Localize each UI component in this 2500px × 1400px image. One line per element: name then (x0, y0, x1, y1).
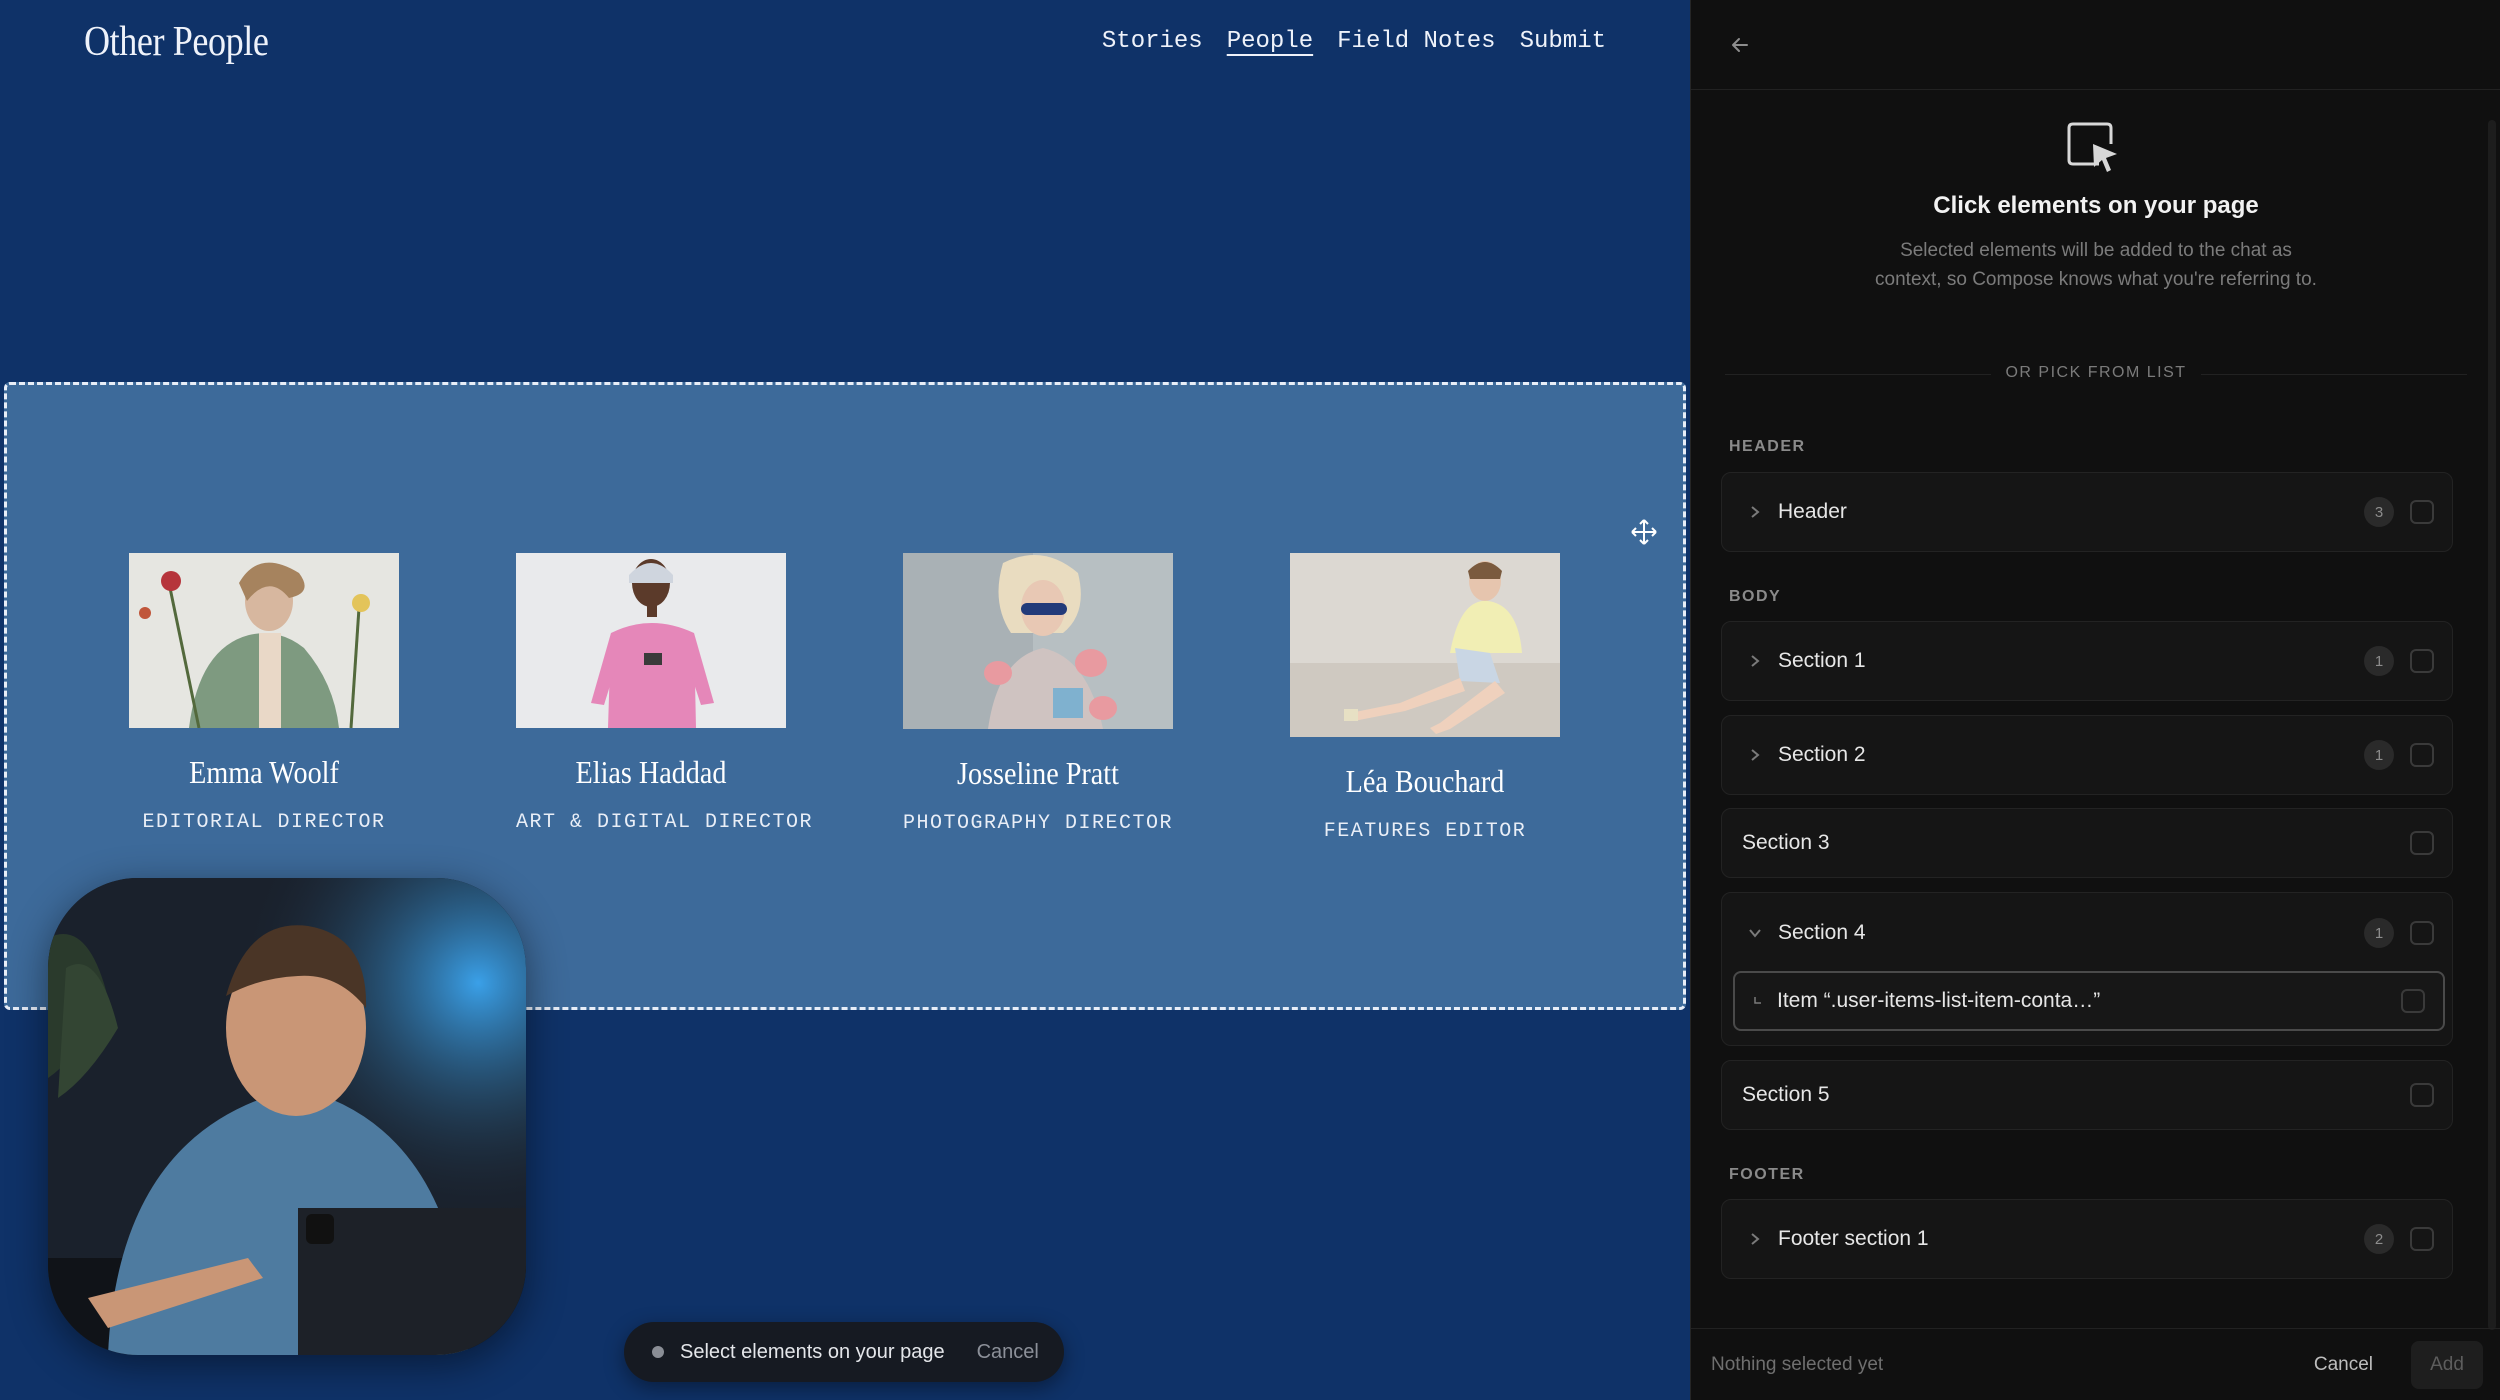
row-checkbox[interactable] (2410, 831, 2434, 855)
row-checkbox[interactable] (2410, 649, 2434, 673)
nav-link-submit[interactable]: Submit (1520, 28, 1606, 59)
selection-mode-toast: Select elements on your page Cancel (624, 1322, 1064, 1382)
group-label-footer: FOOTER (1729, 1166, 1805, 1183)
or-pick-from-list-label: OR PICK FROM LIST (1725, 364, 2467, 382)
row-checkbox[interactable] (2410, 1227, 2434, 1251)
list-row-section-4-item[interactable]: Item “.user-items-list-item-conta…” (1733, 971, 2445, 1031)
row-checkbox[interactable] (2410, 1083, 2434, 1107)
toast-message: Select elements on your page (680, 1340, 945, 1363)
count-badge: 3 (2364, 497, 2394, 527)
chevron-right-icon[interactable] (1748, 654, 1762, 668)
group-label-body: BODY (1729, 588, 1782, 605)
chevron-right-icon[interactable] (1748, 1232, 1762, 1246)
row-checkbox[interactable] (2410, 921, 2434, 945)
arrow-left-icon[interactable] (1725, 30, 1755, 60)
nav-link-field-notes[interactable]: Field Notes (1337, 28, 1495, 59)
person-photo (903, 553, 1173, 729)
panel-title: Click elements on your page (1933, 192, 2259, 219)
row-label: Item “.user-items-list-item-conta…” (1777, 989, 2101, 1012)
person-name: Léa Bouchard (1345, 763, 1505, 799)
site-brand-logo[interactable]: Other People (84, 18, 269, 66)
list-row-section-3[interactable]: Section 3 (1721, 808, 2453, 878)
element-picker-panel: Click elements on your page Selected ele… (1690, 0, 2500, 1400)
count-badge: 1 (2364, 646, 2394, 676)
count-badge: 2 (2364, 1224, 2394, 1254)
row-checkbox[interactable] (2410, 500, 2434, 524)
row-label: Section 5 (1742, 1083, 1830, 1106)
chevron-right-icon[interactable] (1748, 748, 1762, 762)
person-card[interactable]: Léa Bouchard FEATURES EDITOR (1290, 553, 1560, 843)
person-name: Josseline Pratt (957, 755, 1119, 791)
list-row-header[interactable]: Header 3 (1721, 472, 2453, 552)
person-role: PHOTOGRAPHY DIRECTOR (903, 812, 1174, 835)
row-label: Section 2 (1778, 743, 1866, 766)
chevron-right-icon[interactable] (1748, 505, 1762, 519)
row-checkbox[interactable] (2410, 743, 2434, 767)
toast-cancel-button[interactable]: Cancel (977, 1341, 1039, 1364)
site-preview: Other People Stories People Field Notes … (0, 0, 1690, 1400)
panel-footer: Nothing selected yet Cancel Add (1691, 1328, 2500, 1400)
person-card[interactable]: Josseline Pratt PHOTOGRAPHY DIRECTOR (903, 553, 1173, 835)
corner-arrow-icon (1754, 997, 1761, 1004)
panel-header (1691, 0, 2500, 90)
list-row-footer-section-1[interactable]: Footer section 1 2 (1721, 1199, 2453, 1279)
person-photo (129, 553, 399, 728)
list-row-section-2[interactable]: Section 2 1 (1721, 715, 2453, 795)
selection-status: Nothing selected yet (1711, 1353, 1884, 1375)
list-row-section-5[interactable]: Section 5 (1721, 1060, 2453, 1130)
cancel-button[interactable]: Cancel (2314, 1354, 2373, 1376)
person-role: FEATURES EDITOR (1323, 820, 1527, 843)
chevron-down-icon[interactable] (1748, 926, 1762, 940)
row-label: Header (1778, 500, 1847, 523)
panel-description: Selected elements will be added to the c… (1875, 240, 2317, 290)
webcam-video-overlay[interactable] (48, 878, 526, 1355)
row-label: Section 4 (1778, 921, 1866, 944)
row-label: Section 3 (1742, 831, 1830, 854)
count-badge: 1 (2364, 740, 2394, 770)
add-button[interactable]: Add (2411, 1340, 2483, 1389)
panel-scrollbar[interactable] (2488, 120, 2496, 1330)
person-photo (1290, 553, 1560, 737)
person-name: Elias Haddad (575, 754, 727, 790)
site-nav: Stories People Field Notes Submit (1102, 28, 1606, 59)
row-checkbox[interactable] (2401, 989, 2425, 1013)
list-row-section-1[interactable]: Section 1 1 (1721, 621, 2453, 701)
person-card[interactable]: Emma Woolf EDITORIAL DIRECTOR (129, 553, 399, 834)
cursor-select-icon (2067, 122, 2117, 172)
count-badge: 1 (2364, 918, 2394, 948)
row-label: Section 1 (1778, 649, 1866, 672)
person-role: ART & DIGITAL DIRECTOR (516, 811, 814, 834)
status-dot-icon (652, 1346, 664, 1358)
person-card[interactable]: Elias Haddad ART & DIGITAL DIRECTOR (516, 553, 814, 834)
person-role: EDITORIAL DIRECTOR (142, 811, 386, 834)
move-crosshair-icon (1631, 519, 1657, 545)
person-photo (516, 553, 786, 728)
person-name: Emma Woolf (189, 754, 339, 790)
nav-link-stories[interactable]: Stories (1102, 28, 1203, 59)
nav-link-people[interactable]: People (1227, 28, 1313, 59)
group-label-header: HEADER (1729, 438, 1806, 455)
row-label: Footer section 1 (1778, 1227, 1929, 1250)
